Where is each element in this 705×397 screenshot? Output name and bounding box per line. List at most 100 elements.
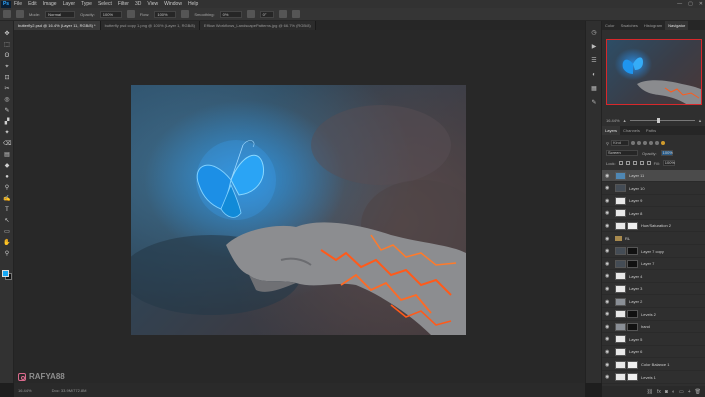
panel-tab[interactable]: Swatches [618, 21, 641, 30]
layer-thumbnail[interactable] [615, 284, 626, 293]
history-icon[interactable]: ◷ [590, 29, 598, 37]
layer-style-icon[interactable]: fx [657, 389, 661, 395]
filter-type-icon[interactable] [642, 141, 647, 145]
layer-row[interactable]: ◉ Hue/Saturation 2 [602, 220, 705, 233]
layer-row[interactable]: ◉ hand [602, 321, 705, 334]
menu-item[interactable]: Type [78, 0, 95, 8]
menu-item[interactable]: 3D [132, 0, 144, 8]
tool-icon[interactable]: ⬚ [3, 42, 11, 48]
lock-transparent-icon[interactable] [618, 161, 623, 165]
panel-tab[interactable]: Paths [643, 126, 659, 135]
visibility-eye-icon[interactable]: ◉ [605, 185, 612, 191]
visibility-eye-icon[interactable]: ◉ [605, 198, 612, 204]
layer-mask-thumbnail[interactable] [627, 247, 638, 256]
actions-icon[interactable]: ▶ [590, 43, 598, 51]
layer-opacity-field[interactable]: 100% [660, 150, 673, 156]
visibility-eye-icon[interactable]: ◉ [605, 349, 612, 355]
tool-icon[interactable]: ↖ [3, 218, 11, 224]
tool-icon[interactable]: ✥ [3, 31, 11, 37]
document-tab[interactable]: butterfly2.psd @ 16.4% (Layer 11, RGB/8)… [14, 21, 101, 30]
visibility-eye-icon[interactable]: ◉ [605, 210, 612, 216]
layer-thumbnail[interactable] [615, 259, 626, 268]
zoom-in-icon[interactable]: ▲ [698, 118, 702, 123]
visibility-eye-icon[interactable]: ◉ [605, 173, 612, 179]
airbrush-icon[interactable] [181, 10, 190, 18]
visibility-eye-icon[interactable]: ◉ [605, 299, 612, 305]
layer-thumbnail[interactable] [615, 272, 626, 281]
layer-mask-thumbnail[interactable] [627, 310, 638, 319]
filter-shape-icon[interactable] [648, 141, 653, 145]
menu-item[interactable]: Filter [115, 0, 132, 8]
minimize-icon[interactable]: — [677, 1, 682, 7]
layer-thumbnail[interactable] [615, 310, 626, 319]
tool-icon[interactable]: T [3, 207, 11, 213]
symmetry-icon[interactable] [291, 10, 300, 18]
tool-icon[interactable]: ✋ [3, 240, 11, 246]
layer-thumbnail[interactable] [615, 209, 626, 218]
filter-kind-select[interactable]: Kind [610, 140, 629, 146]
layer-thumbnail[interactable] [615, 360, 626, 369]
adjustments-icon[interactable]: ◐ [590, 71, 598, 79]
maximize-icon[interactable]: ▢ [688, 1, 693, 7]
visibility-eye-icon[interactable]: ◉ [605, 336, 612, 342]
status-zoom[interactable]: 16.44% [18, 388, 32, 393]
lock-position-icon[interactable] [632, 161, 637, 165]
menu-item[interactable]: Layer [60, 0, 79, 8]
layer-mask-thumbnail[interactable] [627, 221, 638, 230]
lock-artboard-icon[interactable] [639, 161, 644, 165]
layer-row[interactable]: ◉ Layer 6 [602, 346, 705, 359]
foreground-color-swatch[interactable] [2, 270, 9, 277]
layer-row[interactable]: ◉ RL [602, 233, 705, 245]
tool-icon[interactable]: ✦ [3, 130, 11, 136]
close-icon[interactable]: ✕ [699, 1, 703, 7]
layer-mask-thumbnail[interactable] [627, 322, 638, 331]
filter-adjustment-icon[interactable] [636, 141, 641, 145]
visibility-eye-icon[interactable]: ◉ [605, 286, 612, 292]
new-adjustment-icon[interactable]: ◐ [672, 389, 675, 395]
visibility-eye-icon[interactable]: ◉ [605, 248, 612, 254]
navigator-preview[interactable] [606, 39, 702, 105]
visibility-eye-icon[interactable]: ◉ [605, 236, 612, 242]
layer-row[interactable]: ◉ Layer 7 copy [602, 246, 705, 258]
layer-row[interactable]: ◉ Layer 9 [602, 195, 705, 208]
mode-select[interactable]: Normal [45, 10, 76, 18]
delete-layer-icon[interactable]: 🗑 [695, 389, 701, 395]
panel-tab[interactable]: Color [602, 21, 618, 30]
tool-icon[interactable]: ▭ [3, 229, 11, 235]
tool-icon[interactable]: ◎ [3, 97, 11, 103]
link-layers-icon[interactable]: ⛓ [647, 389, 653, 395]
visibility-eye-icon[interactable]: ◉ [605, 223, 612, 229]
zoom-out-icon[interactable]: ▲ [623, 118, 627, 123]
zoom-slider-thumb[interactable] [657, 118, 661, 123]
layer-row[interactable]: ◉ Layer 5 [602, 334, 705, 346]
tool-icon[interactable]: ✎ [3, 108, 11, 114]
menu-item[interactable]: View [144, 0, 161, 8]
tool-icon[interactable]: ⊡ [3, 75, 11, 81]
layer-mask-thumbnail[interactable] [627, 373, 638, 382]
layer-thumbnail[interactable] [615, 247, 626, 256]
layer-row[interactable]: ◉ Layer 2 [602, 296, 705, 308]
layer-row[interactable]: ◉ Layer 4 [602, 271, 705, 283]
layer-thumbnail[interactable] [615, 196, 626, 205]
pressure-size-icon[interactable] [278, 10, 287, 18]
menu-item[interactable]: Help [185, 0, 201, 8]
visibility-eye-icon[interactable]: ◉ [605, 261, 612, 267]
brush-preset-icon[interactable] [16, 10, 24, 18]
visibility-eye-icon[interactable]: ◉ [605, 324, 612, 330]
flow-field[interactable]: 100% [154, 10, 177, 18]
layer-row[interactable]: ◉ Levels 2 [602, 309, 705, 321]
pressure-opacity-icon[interactable] [126, 10, 135, 18]
opacity-field[interactable]: 100% [99, 10, 122, 18]
zoom-slider[interactable] [629, 118, 696, 123]
libraries-icon[interactable]: ▦ [590, 85, 598, 93]
visibility-eye-icon[interactable]: ◉ [605, 362, 612, 368]
smoothing-field[interactable]: 0% [219, 10, 242, 18]
brush-tool-icon[interactable] [3, 10, 11, 18]
filter-smart-object-icon[interactable] [654, 141, 659, 145]
menu-item[interactable]: Select [95, 0, 115, 8]
lock-image-icon[interactable] [625, 161, 630, 165]
brush-settings-icon[interactable]: ✎ [590, 99, 598, 107]
layer-thumbnail[interactable] [615, 184, 626, 193]
tool-icon[interactable]: ⌖ [3, 64, 11, 70]
angle-field[interactable]: 0° [259, 10, 274, 18]
